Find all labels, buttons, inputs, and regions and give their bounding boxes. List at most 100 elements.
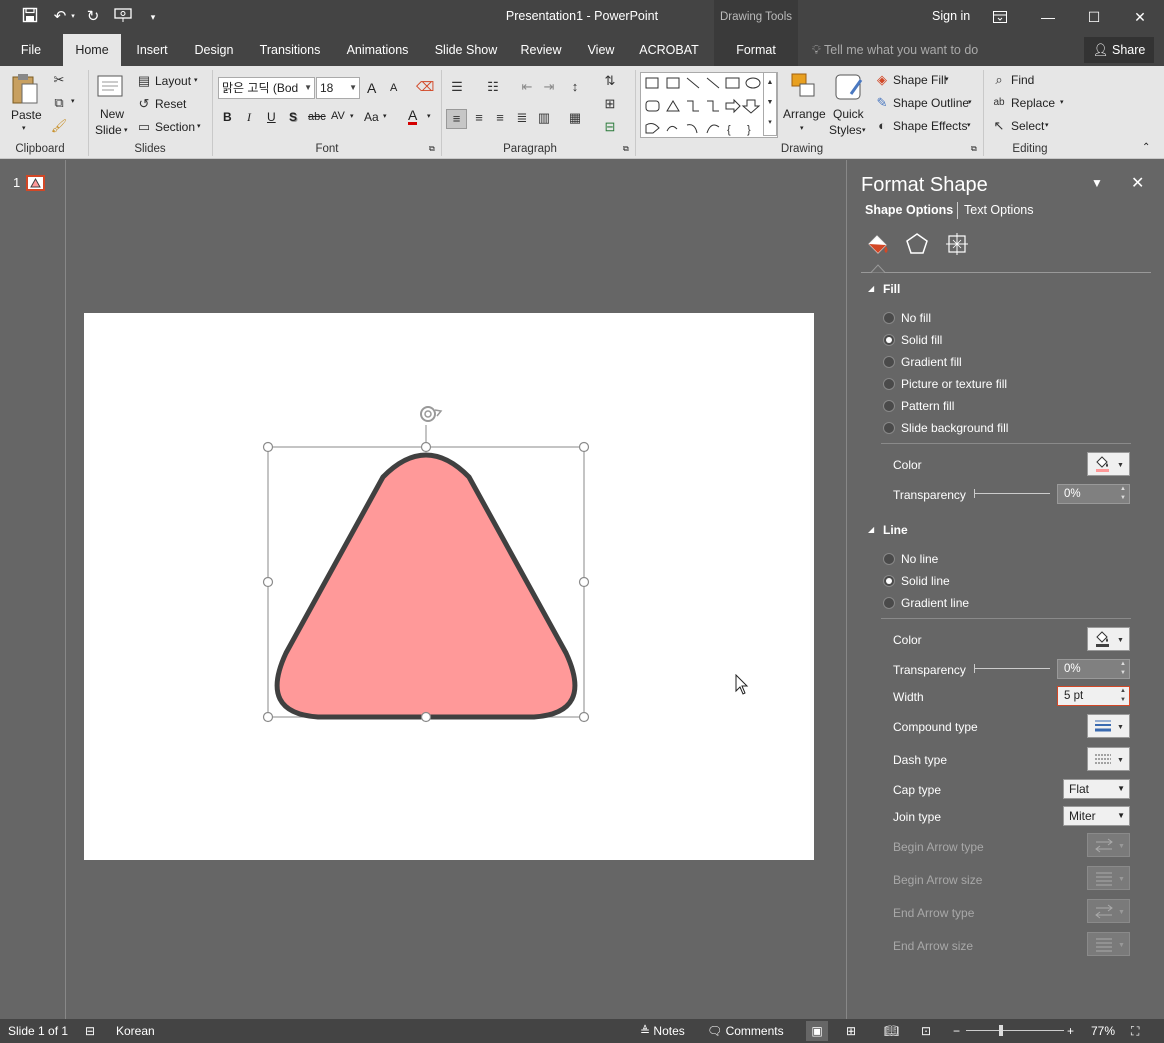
zoom-slider-thumb[interactable] <box>999 1025 1003 1036</box>
case-dropdown-icon[interactable]: ▾ <box>383 112 387 120</box>
slide-canvas[interactable] <box>84 313 814 860</box>
fill-radio[interactable] <box>883 378 895 390</box>
grow-font-button[interactable]: A <box>367 80 376 96</box>
replace-button[interactable]: Replace <box>1011 96 1055 110</box>
spinner-arrows-icon[interactable]: ▲ ▼ <box>1120 660 1126 678</box>
replace-icon[interactable]: ab <box>990 94 1008 112</box>
shape-effects-icon[interactable]: ◐ <box>873 117 891 135</box>
underline-button[interactable]: U <box>267 110 276 124</box>
end-arrow-size-picker[interactable]: ▼ <box>1087 932 1130 956</box>
align-right-icon[interactable]: ≡ <box>491 109 509 127</box>
comments-button[interactable]: 🗨︎ Comments <box>707 1024 784 1038</box>
collapse-triangle-icon[interactable]: ◢ <box>868 525 874 534</box>
arrange-button[interactable]: Arrange <box>783 107 826 121</box>
slide-show-view-icon[interactable]: ⊡ <box>921 1024 931 1038</box>
spell-check-icon[interactable]: ⊟ <box>85 1024 95 1038</box>
pane-close-icon[interactable]: ✕ <box>1131 173 1144 193</box>
collapse-triangle-icon[interactable]: ◢ <box>868 284 874 293</box>
resize-handle-bottom-right[interactable] <box>578 711 590 723</box>
change-case-button[interactable]: Aa <box>364 110 379 124</box>
line-transparency-slider[interactable] <box>974 668 1050 669</box>
slide-sorter-icon[interactable]: ⊞ <box>846 1024 856 1038</box>
begin-arrow-type-picker[interactable]: ▼ <box>1087 833 1130 857</box>
spinner-arrows-icon[interactable]: ▲ ▼ <box>1120 485 1126 503</box>
cap-type-select[interactable]: Flat ▼ <box>1063 779 1130 799</box>
new-slide-label-2[interactable]: Slide <box>95 123 122 137</box>
layout-dropdown-icon[interactable]: ▾ <box>194 76 198 84</box>
tab-file[interactable]: File <box>10 34 52 66</box>
arrange-dropdown-icon[interactable]: ▾ <box>800 124 804 132</box>
fill-transparency-slider-thumb[interactable] <box>974 489 975 498</box>
paint-bucket-icon[interactable]: ◈ <box>873 71 891 89</box>
align-center-icon[interactable]: ≡ <box>470 109 488 127</box>
font-size-combo[interactable]: 18 ▼ <box>316 77 360 99</box>
slide-thumbnail[interactable] <box>26 175 45 191</box>
fill-option-label[interactable]: Gradient fill <box>901 355 962 369</box>
zoom-in-icon[interactable]: + <box>1067 1024 1074 1038</box>
fill-option-label[interactable]: Pattern fill <box>901 399 954 413</box>
shape-fill-dropdown-icon[interactable]: ▾ <box>945 75 949 83</box>
distributed-icon[interactable]: ▥ <box>535 109 553 127</box>
normal-view-icon[interactable]: ▣ <box>806 1021 828 1041</box>
layout-button[interactable]: Layout <box>155 74 191 88</box>
smartart-icon[interactable]: ⊟ <box>601 118 619 136</box>
ribbon-display-options-icon[interactable] <box>977 0 1023 34</box>
resize-handle-top-right[interactable] <box>578 441 590 453</box>
shape-options-tab[interactable]: Shape Options <box>865 203 953 217</box>
fill-section-heading[interactable]: Fill <box>883 282 900 296</box>
shape-effects-button[interactable]: Shape Effects <box>893 119 968 133</box>
zoom-slider[interactable] <box>966 1030 1064 1031</box>
slide-info[interactable]: Slide 1 of 1 <box>8 1024 68 1038</box>
select-cursor-icon[interactable]: ↖ <box>990 117 1008 135</box>
collapse-ribbon-icon[interactable]: ⌃ <box>1142 142 1150 153</box>
strikethrough-button[interactable]: abc <box>308 111 326 123</box>
pen-icon[interactable]: ✎ <box>873 94 891 112</box>
line-radio[interactable] <box>883 597 895 609</box>
shapes-gallery[interactable]: {} <box>640 72 778 138</box>
fill-radio[interactable] <box>883 422 895 434</box>
quick-styles-label[interactable]: Quick <box>833 107 864 121</box>
decrease-indent-icon[interactable]: ⇤ <box>518 78 536 96</box>
select-button[interactable]: Select <box>1011 119 1044 133</box>
rounded-triangle-shape[interactable] <box>84 313 814 860</box>
align-left-icon[interactable]: ≡ <box>446 109 467 129</box>
layout-icon[interactable]: ▤ <box>136 72 152 90</box>
tab-animations[interactable]: Animations <box>340 34 415 66</box>
fill-radio[interactable] <box>883 356 895 368</box>
font-color-button[interactable]: A <box>408 108 418 125</box>
shape-outline-dropdown-icon[interactable]: ▾ <box>968 98 972 106</box>
paste-icon[interactable] <box>10 72 40 106</box>
zoom-out-icon[interactable]: − <box>953 1024 960 1038</box>
line-option-label[interactable]: Gradient line <box>901 596 969 610</box>
size-properties-icon[interactable] <box>945 232 969 256</box>
line-transparency-spinner[interactable]: 0% ▲ ▼ <box>1057 659 1130 679</box>
shrink-font-button[interactable]: A <box>390 82 397 94</box>
increase-indent-icon[interactable]: ⇥ <box>540 78 558 96</box>
paste-button[interactable]: Paste <box>11 108 42 122</box>
resize-handle-right[interactable] <box>578 576 590 588</box>
fill-line-icon[interactable] <box>865 232 889 256</box>
spinner-arrows-icon[interactable]: ▲ ▼ <box>1120 687 1126 705</box>
shapes-gallery-scroll[interactable]: ▲ ▼ ▾ <box>763 72 777 136</box>
line-transparency-slider-thumb[interactable] <box>974 664 975 673</box>
find-icon[interactable]: ⌕ <box>990 71 1008 89</box>
compound-type-picker[interactable]: ▼ <box>1087 714 1130 738</box>
tab-design[interactable]: Design <box>188 34 240 66</box>
resize-handle-bottom-left[interactable] <box>262 711 274 723</box>
new-slide-label[interactable]: New <box>100 107 124 121</box>
paste-dropdown-icon[interactable]: ▾ <box>22 124 26 132</box>
resize-handle-top[interactable] <box>420 441 432 453</box>
font-name-combo[interactable]: 맑은 고딕 (Bod ▼ <box>218 77 315 99</box>
line-option-label[interactable]: No line <box>901 552 938 566</box>
font-color-dropdown-icon[interactable]: ▾ <box>427 112 431 120</box>
fill-option-label[interactable]: Solid fill <box>901 333 942 347</box>
quick-styles-dropdown-icon[interactable]: ▾ <box>862 126 866 134</box>
shadow-button[interactable]: S <box>289 110 297 124</box>
numbering-icon[interactable]: ☷ <box>484 78 502 96</box>
bullets-icon[interactable]: ☰ <box>448 78 466 96</box>
language-indicator[interactable]: Korean <box>116 1024 155 1038</box>
end-arrow-type-picker[interactable]: ▼ <box>1087 899 1130 923</box>
select-dropdown-icon[interactable]: ▾ <box>1045 121 1049 129</box>
line-radio[interactable] <box>883 575 895 587</box>
fill-transparency-slider[interactable] <box>974 493 1050 494</box>
